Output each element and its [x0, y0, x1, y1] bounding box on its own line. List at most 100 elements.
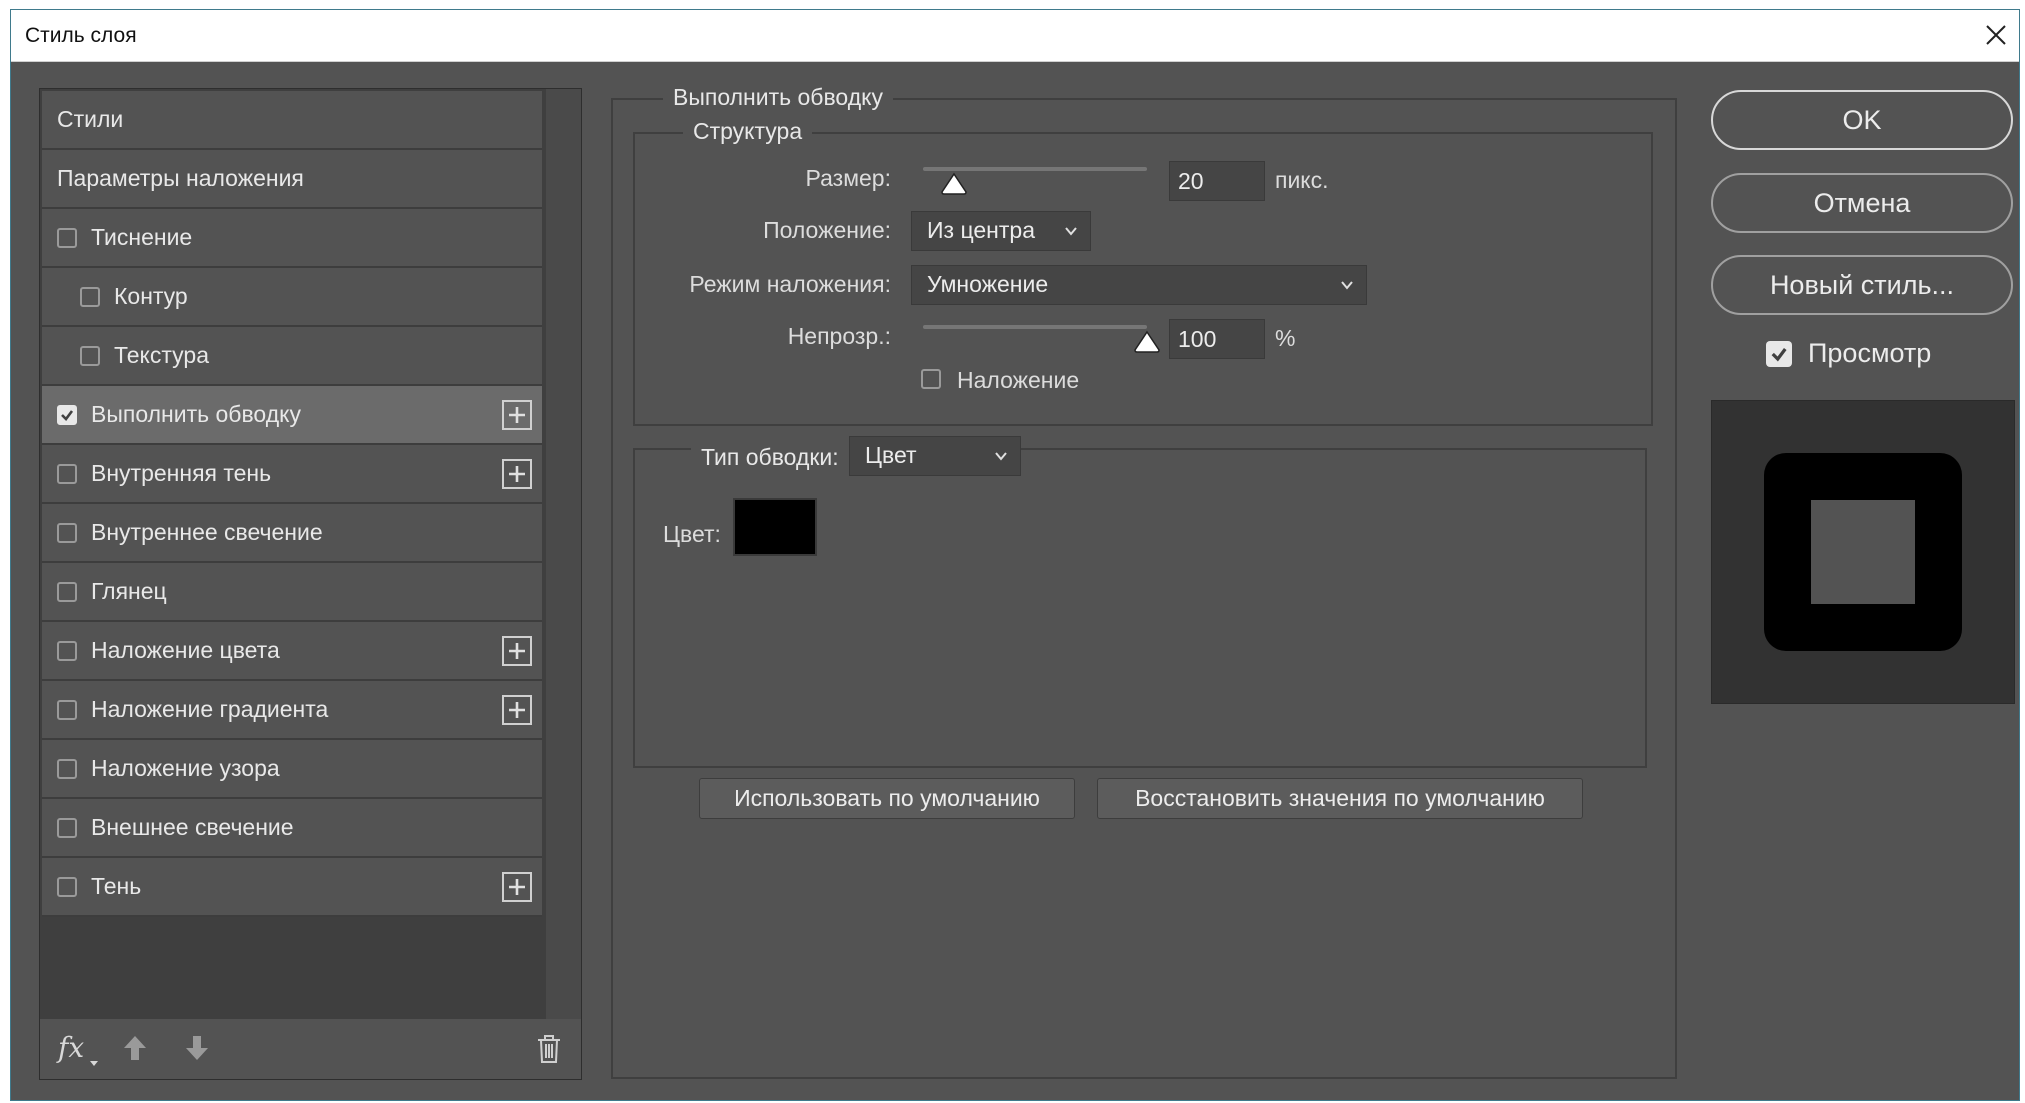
preview-checkbox[interactable] [1766, 340, 1792, 367]
style-item-label: Тиснение [91, 224, 193, 250]
style-checkbox[interactable] [57, 699, 77, 720]
overprint-checkbox[interactable] [921, 369, 941, 389]
style-item[interactable]: Внешнее свечение [42, 799, 542, 858]
position-select[interactable]: Из центра [911, 211, 1091, 251]
fill-type-box [633, 448, 1647, 768]
style-item-label: Наложение цвета [91, 637, 280, 663]
title-bar: Стиль слоя [11, 10, 2019, 62]
color-label: Цвет: [663, 521, 721, 547]
style-checkbox[interactable] [57, 640, 77, 661]
add-effect-button[interactable] [502, 636, 532, 666]
style-checkbox[interactable] [80, 345, 100, 366]
stroke-group-title: Выполнить обводку [663, 84, 893, 111]
fill-type-select[interactable]: Цвет [849, 436, 1021, 476]
style-item[interactable]: Внутренняя тень [42, 445, 542, 504]
new-style-button[interactable]: Новый стиль... [1711, 255, 2013, 315]
preview-toggle[interactable]: Просмотр [1766, 338, 1931, 369]
styles-scrollbar[interactable] [546, 89, 581, 1020]
stroke-color-swatch[interactable] [733, 498, 817, 556]
style-checkbox[interactable] [57, 227, 77, 248]
fx-dropdown-arrow-icon [90, 1061, 98, 1066]
style-checkbox[interactable] [80, 286, 100, 307]
position-label: Положение: [763, 217, 891, 243]
add-effect-button[interactable] [502, 872, 532, 902]
blend-mode-label: Режим наложения: [689, 271, 891, 297]
style-item-label: Внутренняя тень [91, 460, 272, 486]
style-checkbox[interactable] [57, 404, 77, 425]
style-item[interactable]: Наложение цвета [42, 622, 542, 681]
overprint-label: Наложение [957, 367, 1080, 393]
styles-list: Стили Параметры наложения Тиснение Контур Те… [42, 91, 542, 917]
opacity-input[interactable] [1169, 319, 1265, 359]
size-unit: пикс. [1275, 167, 1329, 193]
opacity-label: Непрозр.: [787, 323, 891, 349]
style-item-label: Параметры наложения [57, 165, 304, 191]
size-slider-track[interactable] [923, 167, 1147, 171]
style-checkbox[interactable] [57, 817, 77, 838]
move-up-icon[interactable] [120, 1033, 150, 1063]
styles-footer: fx [40, 1019, 581, 1079]
plus-icon [509, 879, 525, 895]
fill-type-label: Тип обводки: [701, 444, 839, 470]
add-effect-button[interactable] [502, 695, 532, 725]
plus-icon [509, 643, 525, 659]
add-effect-button[interactable] [502, 400, 532, 430]
opacity-slider-track[interactable] [923, 325, 1147, 329]
opacity-unit: % [1275, 325, 1296, 351]
cancel-button[interactable]: Отмена [1711, 173, 2013, 233]
style-item[interactable]: Выполнить обводку [42, 386, 542, 445]
trash-icon[interactable] [535, 1033, 563, 1065]
move-down-icon[interactable] [182, 1033, 212, 1063]
style-checkbox[interactable] [57, 758, 77, 779]
style-item[interactable]: Текстура [42, 327, 542, 386]
style-item[interactable]: Стили [42, 91, 542, 150]
plus-icon [509, 702, 525, 718]
styles-panel: Стили Параметры наложения Тиснение Контур Те… [39, 88, 582, 1080]
checkmark-icon [1771, 347, 1787, 361]
style-item[interactable]: Наложение узора [42, 740, 542, 799]
ok-button[interactable]: OK [1711, 90, 2013, 150]
style-item[interactable]: Контур [42, 268, 542, 327]
chevron-down-icon [1341, 281, 1353, 290]
style-item-label: Наложение градиента [91, 696, 329, 722]
style-item-label: Внешнее свечение [91, 814, 294, 840]
size-slider-thumb[interactable] [939, 172, 969, 196]
close-icon[interactable] [1979, 18, 2013, 52]
fill-type-value: Цвет [865, 442, 917, 468]
style-item[interactable]: Внутреннее свечение [42, 504, 542, 563]
reset-default-button[interactable]: Восстановить значения по умолчанию [1097, 778, 1583, 819]
size-label: Размер: [805, 165, 891, 191]
preview-thumbnail [1711, 400, 2015, 704]
add-effect-button[interactable] [502, 459, 532, 489]
style-item[interactable]: Глянец [42, 563, 542, 622]
style-item-label: Наложение узора [91, 755, 280, 781]
dialog-title: Стиль слоя [25, 24, 137, 47]
chevron-down-icon [995, 452, 1007, 461]
opacity-slider-thumb[interactable] [1132, 330, 1162, 354]
style-checkbox[interactable] [57, 876, 77, 897]
style-checkbox[interactable] [57, 522, 77, 543]
position-value: Из центра [927, 217, 1035, 243]
size-input[interactable] [1169, 161, 1265, 201]
fx-button[interactable]: fx [58, 1031, 84, 1064]
plus-icon [509, 407, 525, 423]
style-item-label: Тень [91, 873, 142, 899]
style-item-label: Внутреннее свечение [91, 519, 323, 545]
make-default-button[interactable]: Использовать по умолчанию [699, 778, 1075, 819]
blend-mode-value: Умножение [927, 271, 1049, 297]
style-item[interactable]: Тиснение [42, 209, 542, 268]
preview-image [1764, 453, 1962, 651]
style-item[interactable]: Тень [42, 858, 542, 917]
style-item-label: Текстура [114, 342, 209, 368]
chevron-down-icon [1065, 227, 1077, 236]
style-checkbox[interactable] [57, 581, 77, 602]
style-item[interactable]: Наложение градиента [42, 681, 542, 740]
plus-icon [509, 466, 525, 482]
style-item-label: Глянец [91, 578, 167, 604]
style-item-label: Стили [57, 106, 124, 132]
style-item[interactable]: Параметры наложения [42, 150, 542, 209]
fill-type-legend: Тип обводки: [691, 434, 849, 478]
blend-mode-select[interactable]: Умножение [911, 265, 1367, 305]
checkmark-icon [61, 409, 74, 421]
style-checkbox[interactable] [57, 463, 77, 484]
